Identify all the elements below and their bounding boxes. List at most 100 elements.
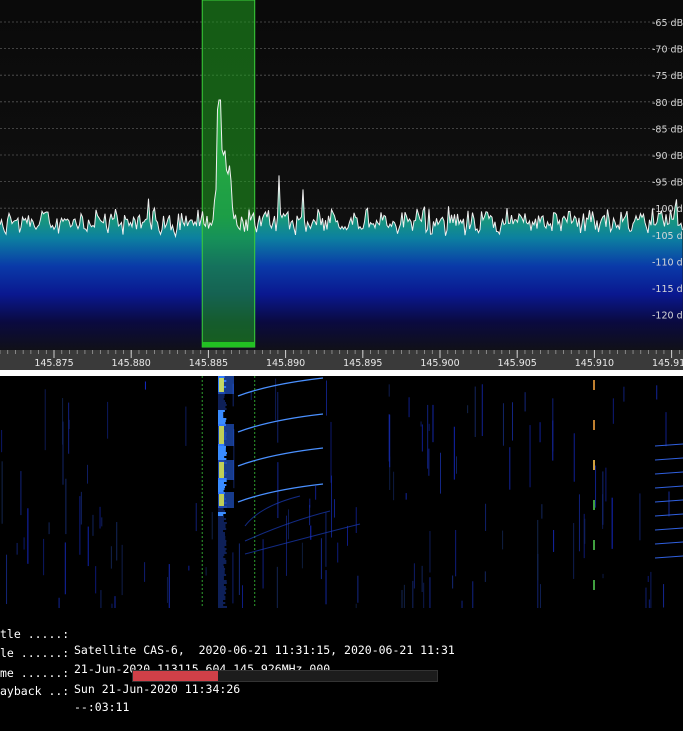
freq-label: 145.880 xyxy=(112,358,151,369)
waterfall-carrier xyxy=(218,552,227,554)
freq-label: 145.875 xyxy=(34,358,73,369)
waterfall-carrier xyxy=(218,490,224,492)
waterfall-carrier xyxy=(218,488,225,490)
waterfall-carrier xyxy=(218,512,226,514)
waterfall-burst-core xyxy=(219,426,224,444)
waterfall-marker xyxy=(593,500,595,510)
waterfall-carrier xyxy=(218,454,227,456)
db-label: -100 dBc xyxy=(652,204,683,215)
filter-passband-bar[interactable] xyxy=(202,342,255,347)
waterfall-carrier xyxy=(218,484,227,486)
waterfall-carrier xyxy=(218,574,227,576)
freq-label: 145.905 xyxy=(498,358,537,369)
file-row: le ......: 21-Jun-2020 113115.604 145.92… xyxy=(0,629,330,676)
waterfall-carrier xyxy=(218,550,226,552)
waterfall-carrier xyxy=(218,416,224,418)
waterfall-carrier xyxy=(218,558,226,560)
waterfall-carrier xyxy=(218,562,227,564)
playback-row: ayback ..: --:03:11 xyxy=(0,667,129,714)
freq-label: 145.910 xyxy=(575,358,614,369)
time-value: Sun 21-Jun-2020 11:34:26 xyxy=(74,682,241,696)
freq-label: 145.900 xyxy=(420,358,459,369)
waterfall-marker xyxy=(593,540,595,550)
waterfall-carrier xyxy=(218,564,224,566)
waterfall-carrier xyxy=(218,568,226,570)
waterfall-carrier xyxy=(218,456,225,458)
waterfall-carrier xyxy=(218,450,226,452)
waterfall-carrier xyxy=(218,510,225,512)
freq-label: 145.895 xyxy=(343,358,382,369)
waterfall-carrier xyxy=(218,586,226,588)
waterfall-carrier xyxy=(218,528,227,530)
waterfall-carrier xyxy=(218,398,224,400)
playback-progress-fill xyxy=(133,671,219,681)
waterfall-carrier xyxy=(218,576,224,578)
db-label: -80 dBc xyxy=(652,98,683,109)
waterfall-carrier xyxy=(218,396,225,398)
title-value: Satellite CAS-6, 2020-06-21 11:31:15, 20… xyxy=(74,643,455,657)
waterfall-carrier xyxy=(218,526,226,528)
waterfall-carrier xyxy=(218,578,224,580)
freq-label: 145.885 xyxy=(189,358,228,369)
db-label: -115 dBc xyxy=(652,284,683,295)
playback-label: ayback ..: xyxy=(0,684,70,698)
db-label: -110 dBc xyxy=(652,257,683,268)
waterfall-burst-core xyxy=(219,378,224,392)
waterfall-burst-core xyxy=(219,494,224,506)
waterfall-carrier xyxy=(218,582,227,584)
db-label: -85 dBc xyxy=(652,124,683,135)
waterfall-carrier xyxy=(218,560,227,562)
waterfall-carrier xyxy=(218,588,227,590)
info-panel: tle .....: Satellite CAS-6, 2020-06-21 1… xyxy=(0,608,683,714)
db-label: -70 dBc xyxy=(652,45,683,56)
waterfall-marker xyxy=(593,460,595,470)
spectrum-plot[interactable]: -65 dBc -70 dBc -75 dBc -80 dBc -85 dBc -90 d… xyxy=(0,0,683,350)
waterfall-carrier xyxy=(218,446,226,448)
waterfall-carrier xyxy=(218,516,225,518)
frequency-axis[interactable]: 145.875 145.880 145.885 145.890 145.895 145.9… xyxy=(0,350,683,370)
freq-label: 145.890 xyxy=(266,358,305,369)
waterfall-carrier xyxy=(218,600,224,602)
waterfall-carrier xyxy=(218,570,225,572)
time-row: me ......: Sun 21-Jun-2020 11:34:26 xyxy=(0,649,240,696)
waterfall-carrier xyxy=(218,448,226,450)
waterfall-carrier xyxy=(218,534,225,536)
playback-value: --:03:11 xyxy=(74,700,130,714)
waterfall-carrier xyxy=(218,602,226,604)
waterfall-carrier xyxy=(218,412,224,414)
waterfall-carrier xyxy=(218,604,224,606)
freq-label: 145.915 xyxy=(652,358,683,369)
waterfall-carrier xyxy=(218,542,227,544)
waterfall-carrier xyxy=(218,514,224,516)
waterfall-carrier xyxy=(218,420,226,422)
waterfall-carrier xyxy=(218,518,227,520)
waterfall-carrier xyxy=(218,452,227,454)
waterfall-carrier xyxy=(218,394,225,396)
waterfall-carrier xyxy=(218,458,227,460)
waterfall-carrier xyxy=(218,520,224,522)
waterfall-carrier xyxy=(218,580,227,582)
waterfall-carrier xyxy=(218,418,227,420)
waterfall-marker xyxy=(593,380,595,390)
waterfall-burst-core xyxy=(219,462,224,478)
title-row: tle .....: Satellite CAS-6, 2020-06-21 1… xyxy=(0,610,455,657)
waterfall-carrier xyxy=(218,590,226,592)
waterfall-carrier xyxy=(218,596,226,598)
waterfall-carrier xyxy=(218,402,227,404)
waterfall-carrier xyxy=(218,482,224,484)
waterfall-carrier xyxy=(218,532,225,534)
db-label: -90 dBc xyxy=(652,151,683,162)
playback-progress-bar[interactable] xyxy=(132,670,438,682)
db-label: -95 dBc xyxy=(652,178,683,189)
waterfall-carrier xyxy=(218,400,225,402)
waterfall-display[interactable] xyxy=(0,376,683,608)
waterfall-carrier xyxy=(218,408,227,410)
waterfall-carrier xyxy=(218,480,227,482)
waterfall-carrier xyxy=(218,404,227,406)
waterfall-carrier xyxy=(218,508,224,510)
waterfall-carrier xyxy=(218,522,227,524)
waterfall-carrier xyxy=(218,536,226,538)
waterfall-carrier xyxy=(218,410,225,412)
db-label: -120 dBc xyxy=(652,311,683,322)
waterfall-carrier xyxy=(218,422,226,424)
